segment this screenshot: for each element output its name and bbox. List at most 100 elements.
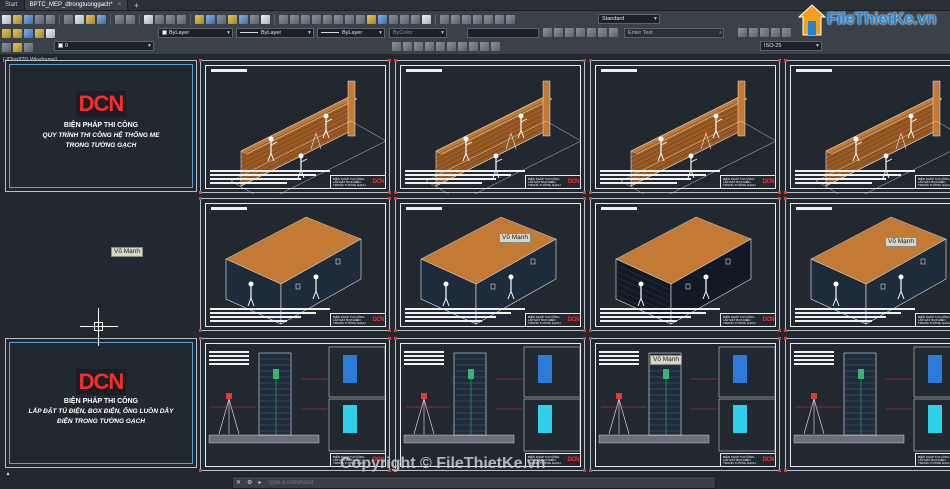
close-icon[interactable]: ✕ [233, 479, 244, 486]
dim-baseline-icon[interactable] [403, 42, 412, 51]
dim-jogged-icon[interactable] [447, 42, 456, 51]
dim-angular-icon[interactable] [473, 15, 482, 24]
command-input[interactable] [267, 479, 648, 486]
close-icon[interactable]: × [118, 2, 122, 8]
zoom-realtime-icon[interactable] [155, 15, 164, 24]
circle-icon[interactable] [334, 15, 343, 24]
array-icon[interactable] [587, 28, 596, 37]
arc-icon[interactable] [323, 15, 332, 24]
point-icon[interactable] [389, 15, 398, 24]
calculator-icon[interactable] [250, 15, 259, 24]
dim-linear-icon[interactable] [440, 15, 449, 24]
drawing-sheet[interactable]: BIỆN PHÁP THI CÔNG LẮP ĐẶT BOX ĐIỆN TRONG … [200, 60, 390, 194]
match-icon[interactable] [97, 15, 106, 24]
design-center-icon[interactable] [206, 15, 215, 24]
linetype-select[interactable]: ByLayer ▼ [236, 28, 314, 38]
spline-icon[interactable] [345, 15, 354, 24]
layer-lock-icon[interactable] [35, 29, 44, 38]
region-icon[interactable] [411, 15, 420, 24]
stretch-icon[interactable] [749, 28, 758, 37]
layer-properties-icon[interactable] [2, 29, 11, 38]
save-icon[interactable] [24, 15, 33, 24]
insert-block-icon[interactable] [367, 15, 376, 24]
wrench-icon[interactable]: ⚙ [244, 479, 255, 486]
make-block-icon[interactable] [378, 15, 387, 24]
trim-icon[interactable] [760, 28, 769, 37]
drawing-viewport[interactable]: [-][Top][2D Wireframe] DCN BIỆN PHÁP THI… [0, 55, 950, 475]
break-icon[interactable] [782, 28, 791, 37]
layer-state-icon[interactable] [13, 43, 22, 52]
move-icon[interactable] [598, 28, 607, 37]
undo-icon[interactable] [115, 15, 124, 24]
layer-match-icon[interactable] [24, 43, 33, 52]
mirror-icon[interactable] [565, 28, 574, 37]
dim-ordinate-icon[interactable] [414, 42, 423, 51]
center-mark-icon[interactable] [506, 15, 515, 24]
open-icon[interactable] [13, 15, 22, 24]
layer-on-icon[interactable] [13, 29, 22, 38]
zoom-window-icon[interactable] [166, 15, 175, 24]
preview-icon[interactable] [46, 15, 55, 24]
drawing-sheet[interactable]: BIỆN PHÁP THI CÔNG LẮP ĐẶT BOX ĐIỆN TRONG … [590, 60, 780, 194]
polygon-icon[interactable] [301, 15, 310, 24]
ellipse-icon[interactable] [356, 15, 365, 24]
hatch-icon[interactable] [400, 15, 409, 24]
layer-previous-icon[interactable] [2, 43, 11, 52]
drawing-sheet[interactable]: BIỆN PHÁP THI CÔNG LẮP ĐẶT BOX ĐIỆN TRONG … [785, 198, 950, 331]
drawing-sheet[interactable]: BIỆN PHÁP THI CÔNG LẮP ĐẶT BOX ĐIỆN TRONG … [785, 60, 950, 194]
dim-diameter-icon[interactable] [425, 42, 434, 51]
rotate-icon[interactable] [609, 28, 618, 37]
redo-icon[interactable] [126, 15, 135, 24]
properties-icon[interactable] [195, 15, 204, 24]
dim-aligned-icon[interactable] [451, 15, 460, 24]
new-tab-button[interactable]: + [128, 0, 145, 10]
zoom-previous-icon[interactable] [177, 15, 186, 24]
dim-update-icon[interactable] [491, 42, 500, 51]
dim-edit-icon[interactable] [469, 42, 478, 51]
dim-text-edit-icon[interactable] [480, 42, 489, 51]
mtext-icon[interactable] [422, 15, 431, 24]
lineweight-select[interactable]: ByLayer ▼ [317, 28, 385, 38]
polyline-icon[interactable] [290, 15, 299, 24]
drawing-sheet[interactable]: BIỆN PHÁP THI CÔNG LẮP ĐẶT BOX ĐIỆN TRONG … [200, 198, 390, 331]
copy-icon[interactable] [75, 15, 84, 24]
paste-icon[interactable] [86, 15, 95, 24]
command-line[interactable]: ✕ ⚙ ▸ [232, 476, 716, 489]
tab-drawing[interactable]: BPTC_MEP_dtrongtuonggach* × [24, 0, 129, 10]
text-style-select[interactable]: Standard ▼ [598, 14, 660, 24]
search-field[interactable]: Enter Text ⌕ [624, 28, 724, 38]
help-icon[interactable] [261, 15, 270, 24]
cut-icon[interactable] [64, 15, 73, 24]
print-icon[interactable] [35, 15, 44, 24]
search-icon[interactable]: ⌕ [719, 29, 722, 37]
tolerance-icon[interactable] [495, 15, 504, 24]
drawing-sheet[interactable]: BIỆN PHÁP THI CÔNG LẮP ĐẶT BOX ĐIỆN TRONG … [590, 198, 780, 331]
sheet-set-icon[interactable] [228, 15, 237, 24]
offset-icon[interactable] [576, 28, 585, 37]
erase-icon[interactable] [543, 28, 552, 37]
leader-icon[interactable] [484, 15, 493, 24]
scale-icon[interactable] [738, 28, 747, 37]
drawing-sheet[interactable]: BIỆN PHÁP THI CÔNG LẮP ĐẶT BOX ĐIỆN TRONG … [785, 338, 950, 471]
rectangle-icon[interactable] [312, 15, 321, 24]
drawing-sheet[interactable]: BIỆN PHÁP THI CÔNG LẮP ĐẶT BOX ĐIỆN TRONG … [395, 338, 585, 471]
pan-icon[interactable] [144, 15, 153, 24]
dim-arc-icon[interactable] [436, 42, 445, 51]
markup-icon[interactable] [239, 15, 248, 24]
dim-continue-icon[interactable] [392, 42, 401, 51]
drawing-sheet[interactable]: BIỆN PHÁP THI CÔNG LẮP ĐẶT BOX ĐIỆN TRONG … [590, 338, 780, 471]
tab-start[interactable]: Start [0, 0, 25, 10]
drawing-sheet[interactable]: BIỆN PHÁP THI CÔNG LẮP ĐẶT BOX ĐIỆN TRONG … [200, 338, 390, 471]
layer-select[interactable]: 0 ▼ [54, 41, 154, 51]
new-icon[interactable] [2, 15, 11, 24]
dim-radius-icon[interactable] [462, 15, 471, 24]
plotstyle-select[interactable]: ByColor ▼ [389, 28, 447, 38]
layer-freeze-icon[interactable] [24, 29, 33, 38]
layer-color-icon[interactable] [46, 29, 55, 38]
extend-icon[interactable] [771, 28, 780, 37]
drawing-sheet[interactable]: BIỆN PHÁP THI CÔNG LẮP ĐẶT BOX ĐIỆN TRONG … [395, 60, 585, 194]
copy-object-icon[interactable] [554, 28, 563, 37]
dim-style-select[interactable]: ISO-25 ▼ [760, 41, 822, 51]
tool-palette-icon[interactable] [217, 15, 226, 24]
quick-dim-icon[interactable] [458, 42, 467, 51]
